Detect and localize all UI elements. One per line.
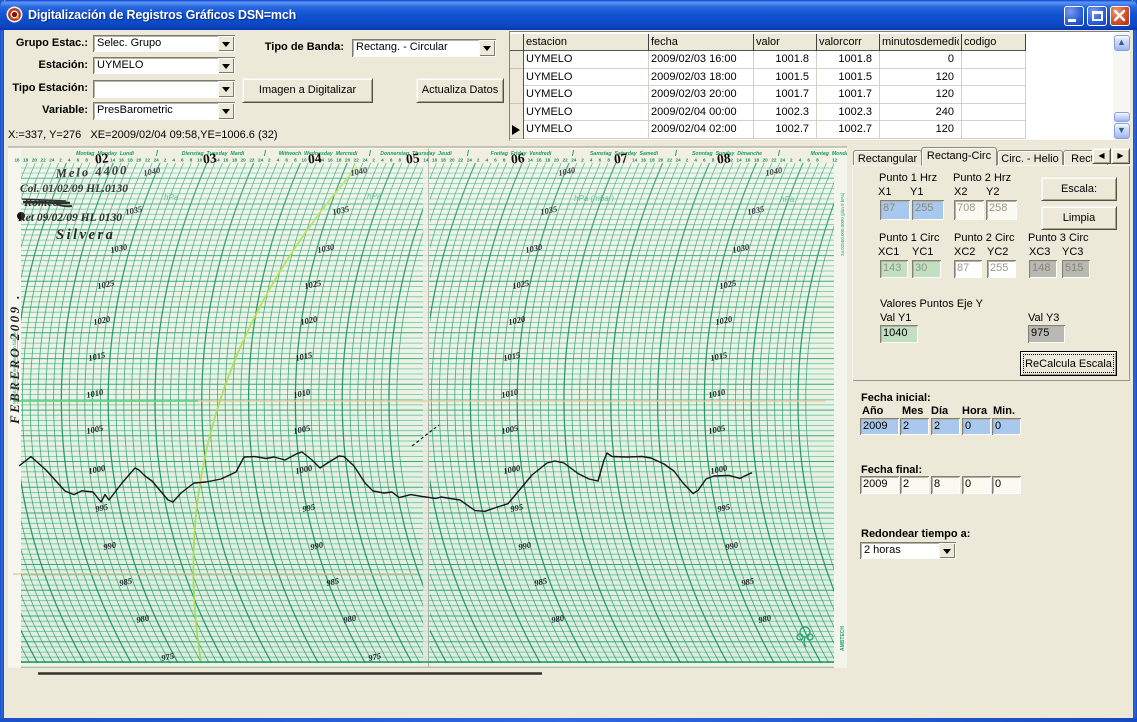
svg-text:22: 22 (771, 158, 777, 163)
svg-text:14: 14 (737, 158, 743, 163)
svg-text:22: 22 (458, 158, 464, 163)
svg-text:24: 24 (154, 158, 160, 163)
svg-text:4: 4 (68, 158, 71, 163)
svg-text:2: 2 (164, 158, 167, 163)
svg-text:6: 6 (807, 158, 810, 163)
svg-text:18: 18 (754, 158, 760, 163)
svg-text:2: 2 (268, 158, 271, 163)
svg-text:20: 20 (241, 158, 247, 163)
svg-text:16: 16 (432, 158, 438, 163)
svg-text:8: 8 (190, 158, 193, 163)
svg-text:4: 4 (486, 158, 489, 163)
svg-text:6: 6 (77, 158, 80, 163)
svg-text:2: 2 (477, 158, 480, 163)
svg-text:20: 20 (345, 158, 351, 163)
svg-text:8: 8 (85, 158, 88, 163)
svg-text:22: 22 (249, 158, 255, 163)
svg-text:20: 20 (32, 158, 38, 163)
svg-text:8: 8 (294, 158, 297, 163)
svg-text:20: 20 (554, 158, 560, 163)
svg-text:2: 2 (372, 158, 375, 163)
svg-text:10: 10 (197, 158, 203, 163)
svg-text:6: 6 (285, 158, 288, 163)
svg-text:22: 22 (354, 158, 360, 163)
svg-text:16: 16 (745, 158, 751, 163)
svg-text:4: 4 (590, 158, 593, 163)
svg-text:2: 2 (686, 158, 689, 163)
svg-text:22: 22 (667, 158, 673, 163)
svg-text:14: 14 (528, 158, 534, 163)
svg-text:2: 2 (59, 158, 62, 163)
svg-text:24: 24 (49, 158, 55, 163)
svg-text:20: 20 (136, 158, 142, 163)
svg-text:4: 4 (172, 158, 175, 163)
svg-text:4: 4 (277, 158, 280, 163)
svg-text:18: 18 (128, 158, 134, 163)
svg-text:16: 16 (328, 158, 334, 163)
svg-text:6: 6 (181, 158, 184, 163)
svg-text:6: 6 (703, 158, 706, 163)
svg-text:6: 6 (390, 158, 393, 163)
svg-text:8: 8 (816, 158, 819, 163)
svg-text:8: 8 (607, 158, 610, 163)
svg-text:24: 24 (258, 158, 264, 163)
svg-text:6: 6 (599, 158, 602, 163)
svg-text:20: 20 (763, 158, 769, 163)
svg-text:2: 2 (581, 158, 584, 163)
svg-text:10: 10 (302, 158, 308, 163)
svg-text:16: 16 (223, 158, 229, 163)
svg-text:14: 14 (423, 158, 429, 163)
svg-text:18: 18 (23, 158, 29, 163)
svg-text:20: 20 (658, 158, 664, 163)
svg-text:24: 24 (362, 158, 368, 163)
svg-text:6: 6 (494, 158, 497, 163)
svg-text:14: 14 (110, 158, 116, 163)
svg-text:16: 16 (641, 158, 647, 163)
svg-text:AMBTECH: AMBTECH (840, 626, 846, 651)
svg-text:24: 24 (571, 158, 577, 163)
svg-text:20: 20 (449, 158, 455, 163)
svg-text:16: 16 (536, 158, 542, 163)
svg-text:8: 8 (712, 158, 715, 163)
svg-text:18: 18 (232, 158, 238, 163)
svg-text:34.02556.000.0000 (plm 9 hPa): 34.02556.000.0000 (plm 9 hPa) (840, 192, 845, 256)
svg-text:8: 8 (399, 158, 402, 163)
svg-text:16: 16 (119, 158, 125, 163)
svg-text:18: 18 (545, 158, 551, 163)
svg-text:4: 4 (799, 158, 802, 163)
svg-text:22: 22 (563, 158, 569, 163)
svg-text:8: 8 (503, 158, 506, 163)
svg-text:16: 16 (14, 158, 20, 163)
svg-text:24: 24 (780, 158, 786, 163)
svg-text:24: 24 (467, 158, 473, 163)
svg-text:Nederlandsche Instrumenten fab: Nederlandsche Instrumenten fabriek (12, 331, 17, 404)
svg-text:18: 18 (441, 158, 447, 163)
svg-text:4: 4 (694, 158, 697, 163)
svg-text:22: 22 (145, 158, 151, 163)
svg-text:24: 24 (676, 158, 682, 163)
svg-text:2: 2 (790, 158, 793, 163)
svg-text:12: 12 (832, 158, 838, 163)
svg-text:4: 4 (381, 158, 384, 163)
svg-text:18: 18 (336, 158, 342, 163)
svg-text:22: 22 (41, 158, 47, 163)
svg-text:18: 18 (650, 158, 656, 163)
svg-text:Montag Monday: Montag Monday (811, 151, 847, 157)
svg-text:14: 14 (632, 158, 638, 163)
